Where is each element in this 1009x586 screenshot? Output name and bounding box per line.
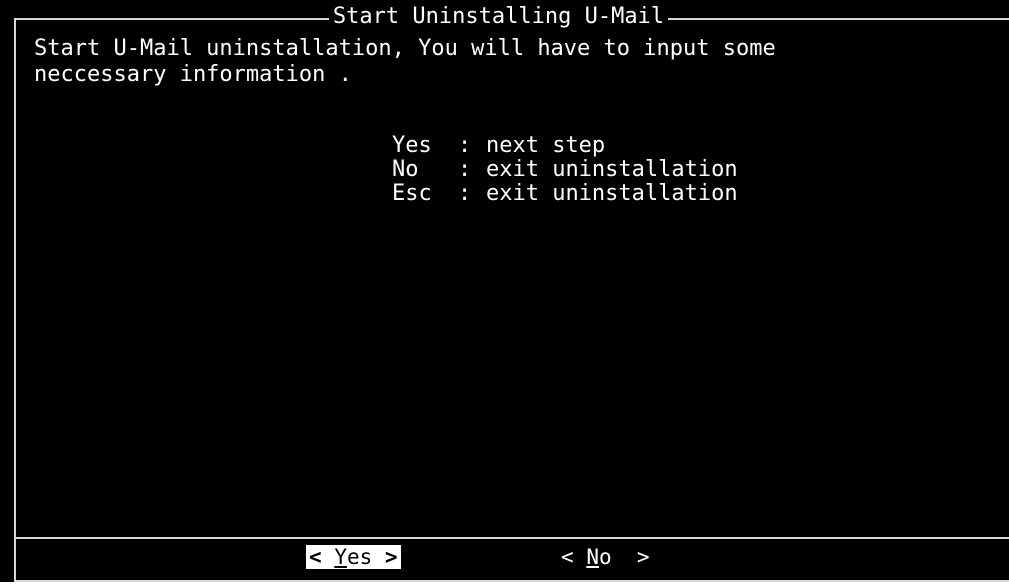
option-description: exit uninstallation (485, 157, 738, 182)
button-open-bracket: < (561, 545, 574, 569)
option-separator: : (457, 133, 472, 158)
button-bar-divider (14, 537, 1009, 539)
option-key: Esc (391, 181, 432, 206)
button-open-bracket: < (309, 545, 322, 569)
option-yes: Yes: next step (286, 110, 738, 158)
option-separator: : (457, 181, 472, 206)
no-label: o (598, 545, 612, 569)
no-hotkey: N (586, 545, 599, 569)
no-button[interactable]: < No > (558, 545, 653, 569)
options-list: Yes: next step No: exit uninstallation Esc… (286, 110, 738, 206)
intro-line-2: neccessary information . (34, 62, 352, 87)
dialog-frame (14, 18, 1009, 582)
terminal-screen: Start Uninstalling U-Mail Start U-Mail u… (0, 0, 1009, 586)
option-description: exit uninstallation (485, 181, 738, 206)
option-separator: : (457, 157, 472, 182)
option-description: next step (485, 133, 606, 158)
intro-text: Start U-Mail uninstallation, You will ha… (34, 36, 776, 88)
yes-label: es (346, 545, 373, 569)
button-close-bracket: > (384, 545, 398, 569)
dialog-title-row: Start Uninstalling U-Mail (0, 4, 1009, 30)
option-key: No (391, 157, 419, 182)
dialog-title: Start Uninstalling U-Mail (328, 4, 669, 29)
button-close-bracket: > (636, 545, 650, 569)
yes-button[interactable]: < Yes > (306, 545, 401, 569)
option-key: Yes (391, 133, 432, 158)
intro-line-1: Start U-Mail uninstallation, You will ha… (34, 36, 776, 61)
dialog-panel: Start Uninstalling U-Mail Start U-Mail u… (0, 0, 1009, 582)
yes-hotkey: Y (334, 545, 347, 569)
